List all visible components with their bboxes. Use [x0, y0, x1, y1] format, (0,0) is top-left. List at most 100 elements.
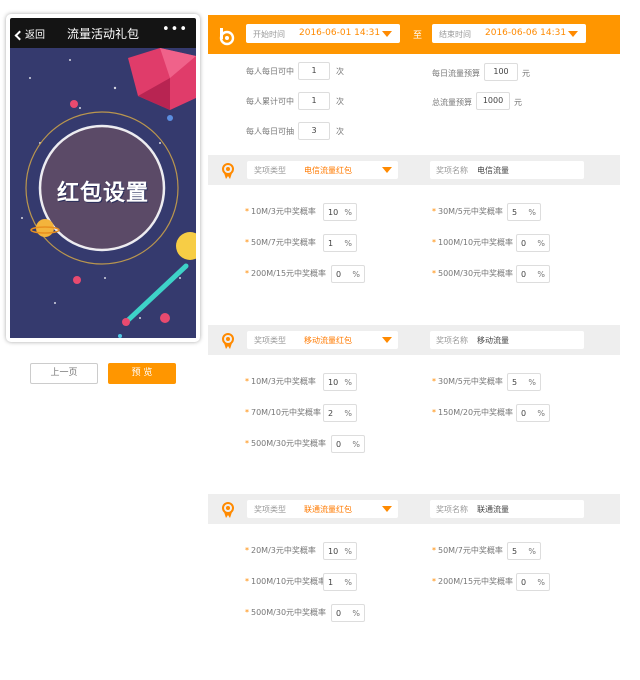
required-star-icon: *	[245, 577, 249, 586]
probability-value: 0	[336, 440, 342, 449]
probability-label: 100M/10元中奖概率	[251, 577, 327, 586]
time-range-bar: 开始时间 2016-06-01 14:31 至 结束时间 2016-06-06 …	[208, 15, 620, 54]
medal-icon	[222, 502, 234, 518]
probability-value: 10	[328, 378, 339, 387]
percent-unit: %	[344, 547, 352, 556]
prize-name-field[interactable]: 奖项名称 电信流量	[430, 161, 584, 179]
probability-input[interactable]: 1%	[323, 234, 357, 252]
count-unit: 次	[336, 97, 344, 106]
daily-budget-input[interactable]: 100	[484, 63, 518, 81]
probability-row: * 200M/15元中奖概率 0%	[245, 265, 365, 283]
caret-down-icon	[382, 167, 392, 173]
total-budget-input[interactable]: 1000	[476, 92, 510, 110]
probability-label: 500M/30元中奖概率	[438, 269, 514, 278]
probability-input[interactable]: 0%	[516, 404, 550, 422]
probability-input[interactable]: 0%	[516, 265, 550, 283]
probability-input[interactable]: 5%	[507, 373, 541, 391]
required-star-icon: *	[432, 377, 436, 386]
required-star-icon: *	[432, 269, 436, 278]
required-star-icon: *	[432, 207, 436, 216]
probability-input[interactable]: 0%	[516, 234, 550, 252]
probability-value: 0	[521, 239, 527, 248]
caret-down-icon	[382, 337, 392, 343]
probability-value: 0	[336, 609, 342, 618]
probability-value: 10	[328, 547, 339, 556]
probability-row: * 100M/10元中奖概率 1%	[245, 573, 357, 591]
prize-type-value: 移动流量红包	[304, 336, 352, 345]
prize-name-label: 奖项名称	[436, 505, 468, 514]
required-star-icon: *	[245, 238, 249, 247]
probability-label: 20M/3元中奖概率	[251, 546, 316, 555]
probability-input[interactable]: 0%	[331, 435, 365, 453]
percent-unit: %	[344, 409, 352, 418]
required-star-icon: *	[245, 546, 249, 555]
prev-page-button[interactable]: 上一页	[30, 363, 98, 384]
probability-row: * 100M/10元中奖概率 0%	[432, 234, 550, 252]
probability-input[interactable]: 0%	[516, 573, 550, 591]
caret-down-icon	[382, 31, 392, 37]
prize-type-value: 联通流量红包	[304, 505, 352, 514]
probability-input[interactable]: 1%	[323, 573, 357, 591]
probability-input[interactable]: 5%	[507, 203, 541, 221]
prize-name-value: 电信流量	[477, 166, 509, 175]
daily-draw-input[interactable]: 3	[298, 122, 330, 140]
prize-name-label: 奖项名称	[436, 336, 468, 345]
prize-type-select[interactable]: 奖项类型 联通流量红包	[247, 500, 398, 518]
percent-unit: %	[537, 270, 545, 279]
prize-type-label: 奖项类型	[254, 505, 286, 514]
probability-value: 10	[328, 208, 339, 217]
probability-label: 10M/3元中奖概率	[251, 377, 316, 386]
percent-unit: %	[352, 440, 360, 449]
total-budget-label: 总流量预算	[432, 98, 472, 107]
prize-type-label: 奖项类型	[254, 166, 286, 175]
probability-input[interactable]: 2%	[323, 404, 357, 422]
count-unit: 次	[336, 127, 344, 136]
probability-input[interactable]: 10%	[323, 542, 357, 560]
phone-title-bar: 返回 流量活动礼包 •••	[10, 18, 196, 48]
percent-unit: %	[344, 239, 352, 248]
prize-type-select[interactable]: 奖项类型 移动流量红包	[247, 331, 398, 349]
probability-row: * 30M/5元中奖概率 5%	[432, 373, 541, 391]
required-star-icon: *	[432, 238, 436, 247]
percent-unit: %	[528, 208, 536, 217]
daily-win-input[interactable]: 1	[298, 62, 330, 80]
probability-input[interactable]: 5%	[507, 542, 541, 560]
preview-button[interactable]: 预 览	[108, 363, 176, 384]
probability-input[interactable]: 0%	[331, 265, 365, 283]
more-icon[interactable]: •••	[162, 22, 188, 37]
probability-value: 1	[328, 239, 334, 248]
prize-type-value: 电信流量红包	[304, 166, 352, 175]
percent-unit: %	[537, 239, 545, 248]
percent-unit: %	[344, 208, 352, 217]
probability-label: 10M/3元中奖概率	[251, 207, 316, 216]
end-time-select[interactable]: 结束时间 2016-06-06 14:31	[432, 24, 586, 43]
percent-unit: %	[528, 378, 536, 387]
caret-down-icon	[382, 506, 392, 512]
probability-row: * 50M/7元中奖概率 1%	[245, 234, 357, 252]
probability-value: 0	[521, 578, 527, 587]
prize-name-field[interactable]: 奖项名称 联通流量	[430, 500, 584, 518]
percent-unit: %	[537, 578, 545, 587]
probability-input[interactable]: 10%	[323, 203, 357, 221]
budget-unit: 元	[522, 69, 530, 78]
prize-type-label: 奖项类型	[254, 336, 286, 345]
prize-name-field[interactable]: 奖项名称 移动流量	[430, 331, 584, 349]
prize-type-select[interactable]: 奖项类型 电信流量红包	[247, 161, 398, 179]
probability-label: 70M/10元中奖概率	[251, 408, 321, 417]
probability-row: * 70M/10元中奖概率 2%	[245, 404, 357, 422]
caret-down-icon	[568, 31, 578, 37]
required-star-icon: *	[432, 546, 436, 555]
required-star-icon: *	[432, 577, 436, 586]
start-time-select[interactable]: 开始时间 2016-06-01 14:31	[246, 24, 400, 43]
end-time-label: 结束时间	[439, 30, 471, 39]
daily-win-limit-row: 每人每日可中 1 次	[246, 62, 344, 80]
required-star-icon: *	[245, 608, 249, 617]
total-win-label: 每人累计可中	[246, 97, 294, 106]
total-win-input[interactable]: 1	[298, 92, 330, 110]
prize-section-header: 奖项类型 移动流量红包 奖项名称 移动流量	[208, 325, 620, 355]
prize-name-label: 奖项名称	[436, 166, 468, 175]
probability-input[interactable]: 0%	[331, 604, 365, 622]
medal-icon	[222, 163, 234, 179]
phone-screen-illustration: 红包设置	[10, 48, 196, 338]
probability-input[interactable]: 10%	[323, 373, 357, 391]
